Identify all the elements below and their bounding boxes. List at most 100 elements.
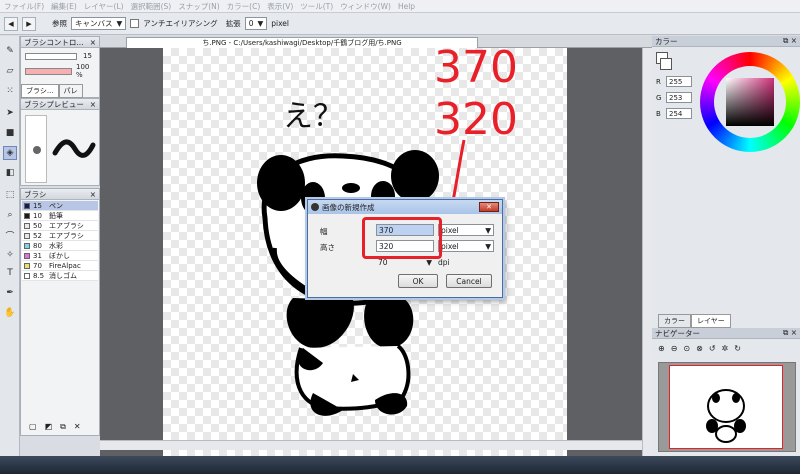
pen-tool-icon[interactable]: ✎ <box>3 44 17 58</box>
tab-color[interactable]: カラー <box>658 314 691 328</box>
brush-opacity-slider[interactable] <box>25 67 72 75</box>
tab-palette[interactable]: パレ <box>58 84 83 98</box>
chevron-down-icon: ▼ <box>485 241 491 251</box>
brush-preview-title: ブラシプレビュー <box>24 99 84 109</box>
brush-name: エアブラシ <box>49 221 84 230</box>
rotate-right-icon[interactable]: ↻ <box>734 344 741 353</box>
menu-item[interactable]: ファイル(F) <box>4 1 44 12</box>
brush-list-title: ブラシ <box>24 189 47 199</box>
zoom-actual-icon[interactable]: ⊗ <box>696 344 703 353</box>
width-unit-select[interactable]: pixel ▼ <box>438 224 494 236</box>
menu-item[interactable]: 選択範囲(S) <box>131 1 172 12</box>
zoom-select[interactable]: 0 ▼ <box>244 17 268 30</box>
close-icon[interactable]: ⧉ × <box>783 328 797 338</box>
magic-wand-icon[interactable]: ✧ <box>3 248 17 262</box>
move-tool-icon[interactable]: ➤ <box>3 106 17 120</box>
hue-wheel[interactable] <box>700 52 800 152</box>
brush-name: 鉛筆 <box>49 211 63 220</box>
menu-item[interactable]: ウィンドウ(W) <box>340 1 391 12</box>
horizontal-scrollbar[interactable] <box>100 440 642 450</box>
brush-list-item[interactable]: 31 ぼかし <box>22 251 98 261</box>
menu-item[interactable]: Help <box>398 2 415 11</box>
brush-size: 52 <box>33 231 42 240</box>
brush-name: ペン <box>49 201 63 210</box>
brush-name: エアブラシ <box>49 231 84 240</box>
toolbar: ◀ ▶ 参照 キャンバス ▼ アンチエイリアシング 拡張 0 ▼ pixel <box>0 13 800 35</box>
menu-item[interactable]: カラー(C) <box>227 1 261 12</box>
menu-item[interactable]: スナップ(N) <box>178 1 219 12</box>
g-input[interactable]: 253 <box>666 92 692 103</box>
navigator-preview[interactable] <box>658 362 796 452</box>
close-icon[interactable]: × <box>90 38 96 47</box>
forward-icon[interactable]: ▶ <box>22 16 36 31</box>
zoom-tool-icon[interactable]: ⌕ <box>3 208 17 222</box>
app-icon <box>311 203 319 211</box>
background-swatch[interactable] <box>660 58 672 70</box>
brush-list-panel: ブラシ × 15 ペン 10 鉛筆 50 エアブラシ 52 エアブラシ 80 水彩 31 ぼかし 70 Fi… <box>20 188 100 436</box>
red-highlight-box <box>362 217 442 259</box>
back-icon[interactable]: ◀ <box>4 16 18 31</box>
text-tool-icon[interactable]: T <box>3 266 17 280</box>
zoom-out-icon[interactable]: ⊖ <box>671 344 678 353</box>
fill-rect-icon[interactable]: ■ <box>3 126 17 140</box>
brush-color-swatch <box>24 262 30 269</box>
menu-item[interactable]: レイヤー(L) <box>84 1 124 12</box>
bucket-tool-icon[interactable]: ◈ <box>3 146 17 160</box>
select-rect-icon[interactable]: ⬚ <box>3 188 17 202</box>
delete-brush-icon[interactable]: ✕ <box>74 422 81 432</box>
brush-list-item[interactable]: 10 鉛筆 <box>22 211 98 221</box>
b-input[interactable]: 254 <box>666 108 692 119</box>
brush-list-item[interactable]: 50 エアブラシ <box>22 221 98 231</box>
brush-size-slider[interactable] <box>25 52 77 60</box>
close-icon[interactable]: ⧉ × <box>783 36 797 46</box>
hand-tool-icon[interactable]: ✋ <box>3 306 17 320</box>
eraser-tool-icon[interactable]: ▱ <box>3 64 17 78</box>
zoom-fit-icon[interactable]: ⊙ <box>683 344 690 353</box>
eyedropper-icon[interactable]: ✒ <box>3 286 17 300</box>
height-unit-select[interactable]: pixel ▼ <box>438 240 494 252</box>
close-icon[interactable]: × <box>90 100 96 109</box>
right-panel: カラー ⧉ × R 255 G 253 B 254 カラー レイヤー ナビゲーター… <box>652 36 800 456</box>
dpi-unit: dpi <box>438 258 450 267</box>
edit-brush-icon[interactable]: ◩ <box>45 422 53 432</box>
zoom-unit: pixel <box>271 19 290 28</box>
dialog-titlebar[interactable]: 画像の新規作成 ✕ <box>308 200 502 214</box>
antialias-checkbox[interactable] <box>130 19 140 28</box>
menu-bar: ファイル(F) 編集(E) レイヤー(L) 選択範囲(S) スナップ(N) カラー(C) 表… <box>0 0 800 13</box>
vertical-scrollbar[interactable] <box>642 48 652 456</box>
cancel-button[interactable]: Cancel <box>446 274 492 288</box>
tab-layer[interactable]: レイヤー <box>691 314 731 328</box>
rotate-reset-icon[interactable]: ✲ <box>722 344 729 353</box>
saturation-value-square[interactable] <box>726 78 774 126</box>
brush-list-item[interactable]: 80 水彩 <box>22 241 98 251</box>
brush-size: 50 <box>33 221 42 230</box>
brush-control-panel: ブラシコントロ... × 15 100 % ブラシ... パレ <box>20 36 100 98</box>
gradient-tool-icon[interactable]: ◧ <box>3 166 17 180</box>
copy-brush-icon[interactable]: ⧉ <box>60 422 66 432</box>
brush-color-swatch <box>24 232 30 239</box>
brush-color-swatch <box>24 272 30 279</box>
blur-tool-icon[interactable]: ⁙ <box>3 84 17 98</box>
tab-brush[interactable]: ブラシ... <box>21 84 59 98</box>
brush-name: 水彩 <box>49 241 63 250</box>
ok-button[interactable]: OK <box>398 274 438 288</box>
zoom-in-icon[interactable]: ⊕ <box>658 344 665 353</box>
brush-list-item[interactable]: 8.5 消しゴム <box>22 271 98 281</box>
annotation-line1: 370 <box>434 42 518 93</box>
new-brush-icon[interactable]: ▢ <box>29 422 37 432</box>
menu-item[interactable]: ツール(T) <box>300 1 333 12</box>
close-icon[interactable]: ✕ <box>479 202 499 212</box>
lasso-tool-icon[interactable]: ⌒ <box>3 228 17 242</box>
brush-list-item[interactable]: 70 FireAlpac <box>22 261 98 271</box>
brush-size: 10 <box>33 211 42 220</box>
brush-list-item[interactable]: 15 ペン <box>22 201 98 211</box>
r-label: R <box>656 78 661 86</box>
close-icon[interactable]: × <box>90 190 96 199</box>
ref-select[interactable]: キャンバス ▼ <box>71 17 127 30</box>
menu-item[interactable]: 編集(E) <box>51 1 77 12</box>
brush-list-item[interactable]: 52 エアブラシ <box>22 231 98 241</box>
rotate-left-icon[interactable]: ↺ <box>709 344 716 353</box>
r-input[interactable]: 255 <box>666 76 692 87</box>
navigator-viewport[interactable] <box>669 365 783 449</box>
menu-item[interactable]: 表示(V) <box>267 1 293 12</box>
